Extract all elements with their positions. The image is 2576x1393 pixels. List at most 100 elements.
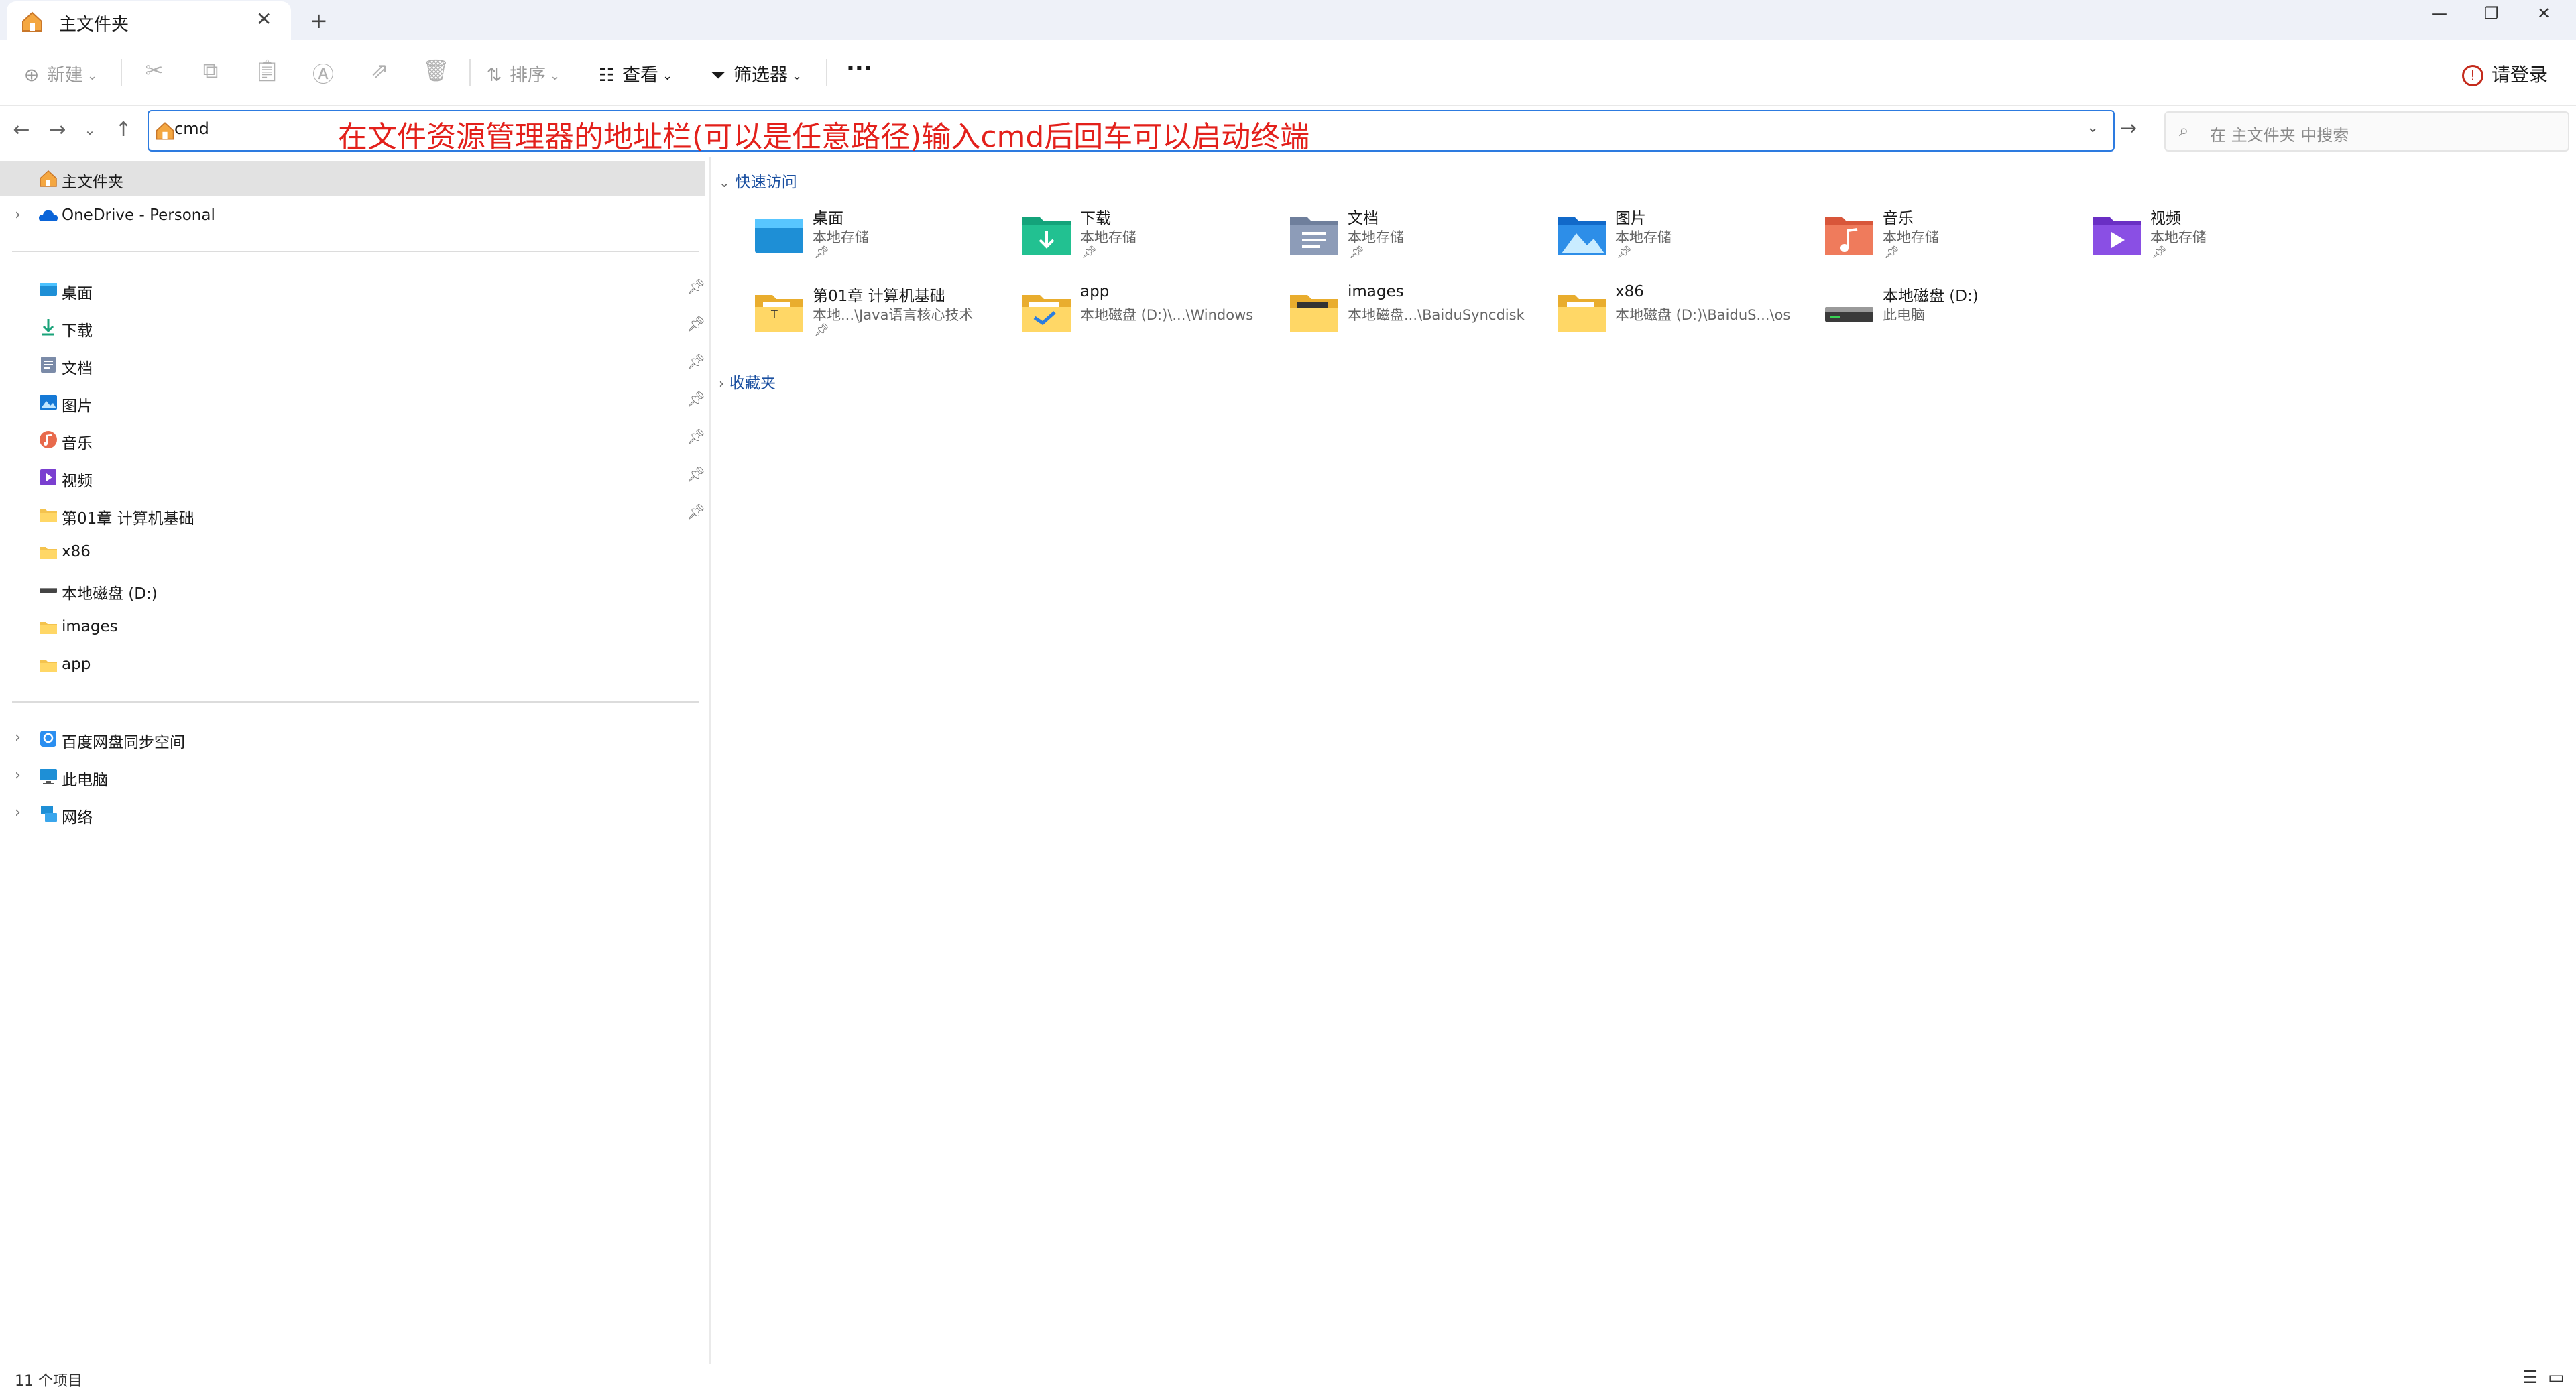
details-view-icon[interactable]: ☰ bbox=[2522, 1368, 2538, 1388]
minimize-button[interactable]: — bbox=[2419, 4, 2459, 23]
sidebar-item-documents[interactable]: 文档 📌︎ bbox=[0, 347, 705, 382]
sidebar-item-label: 本地磁盘 (D:) bbox=[62, 585, 158, 603]
sidebar-item-this-pc[interactable]: › 此电脑 bbox=[0, 759, 705, 794]
tiles-view-icon[interactable]: ▭ bbox=[2548, 1368, 2565, 1388]
pin-icon[interactable]: 📌︎ bbox=[687, 279, 705, 296]
tile-location: 本地磁盘 (D:)\...\Windows bbox=[1080, 307, 1254, 323]
tile-name: 本地磁盘 (D:) bbox=[1883, 288, 1979, 305]
search-box[interactable]: ⌕ 在 主文件夹 中搜索 bbox=[2164, 111, 2569, 152]
tab-close-button[interactable]: ✕ bbox=[256, 8, 272, 30]
sidebar-item-desktop[interactable]: 桌面 📌︎ bbox=[0, 272, 705, 307]
pin-icon: 📌︎ bbox=[2152, 245, 2167, 259]
address-input[interactable]: cmd bbox=[174, 119, 209, 138]
sidebar-item-downloads[interactable]: 下载 📌︎ bbox=[0, 310, 705, 345]
paste-icon[interactable]: 📋︎ bbox=[253, 58, 281, 83]
copy-icon[interactable]: ⧉ bbox=[197, 58, 224, 84]
sidebar-item-home[interactable]: 主文件夹 bbox=[0, 161, 705, 196]
quick-access-header[interactable]: ⌄ 快速访问 bbox=[719, 169, 797, 192]
recent-locations-chevron-icon[interactable]: ⌄ bbox=[76, 122, 103, 138]
pin-icon[interactable]: 📌︎ bbox=[687, 354, 705, 371]
folder-icon bbox=[1022, 295, 1071, 332]
new-tab-button[interactable]: + bbox=[310, 8, 328, 34]
more-options-button[interactable]: ··· bbox=[846, 55, 872, 82]
sidebar-item-label: 图片 bbox=[62, 398, 93, 415]
chevron-right-icon[interactable]: › bbox=[15, 767, 21, 784]
favorites-header[interactable]: › 收藏夹 bbox=[719, 370, 776, 393]
sidebar-item-network[interactable]: › 网络 bbox=[0, 796, 705, 831]
pin-icon[interactable]: 📌︎ bbox=[687, 429, 705, 446]
delete-icon[interactable]: 🗑︎ bbox=[422, 58, 450, 83]
sidebar-item-local-disk-d[interactable]: 本地磁盘 (D:) bbox=[0, 572, 705, 607]
folder-icon bbox=[1290, 295, 1338, 332]
home-icon bbox=[156, 122, 174, 140]
up-arrow-icon[interactable]: ↑ bbox=[110, 118, 137, 141]
tile-music[interactable]: 音乐 本地存储 📌︎ bbox=[1822, 204, 2077, 271]
sidebar-item-pictures[interactable]: 图片 📌︎ bbox=[0, 385, 705, 420]
tile-location: 本地...\Java语言核心技术 bbox=[813, 307, 974, 323]
tile-location: 本地存储 bbox=[1080, 229, 1136, 245]
sidebar-item-baidu-sync[interactable]: › 百度网盘同步空间 bbox=[0, 721, 705, 756]
restore-button[interactable]: ❐ bbox=[2471, 4, 2512, 23]
tile-app[interactable]: app 本地磁盘 (D:)\...\Windows bbox=[1020, 282, 1275, 349]
download-icon bbox=[42, 319, 54, 336]
tile-images[interactable]: images 本地磁盘...\BaiduSyncdisk bbox=[1287, 282, 1542, 349]
login-button[interactable]: ! 请登录 bbox=[2462, 60, 2548, 87]
go-arrow-icon[interactable]: → bbox=[2120, 117, 2137, 140]
forward-arrow-icon[interactable]: → bbox=[44, 118, 71, 141]
sidebar-item-videos[interactable]: 视频 📌︎ bbox=[0, 460, 705, 495]
chevron-right-icon[interactable]: › bbox=[15, 729, 21, 746]
new-button[interactable]: ⊕ 新建 ⌄ bbox=[20, 60, 97, 86]
pin-icon: 📌︎ bbox=[814, 245, 829, 259]
view-button[interactable]: ☷ 查看 ⌄ bbox=[595, 60, 672, 86]
tile-chapter01[interactable]: T 第01章 计算机基础 本地...\Java语言核心技术 📌︎ bbox=[752, 282, 1007, 349]
address-dropdown-chevron-icon[interactable]: ⌄ bbox=[2087, 119, 2099, 136]
folder-icon bbox=[40, 660, 57, 672]
sidebar-item-x86[interactable]: x86 bbox=[0, 535, 705, 570]
pin-icon[interactable]: 📌︎ bbox=[687, 316, 705, 333]
chevron-down-icon: ⌄ bbox=[662, 69, 673, 83]
sidebar-item-music[interactable]: 音乐 📌︎ bbox=[0, 422, 705, 457]
home-icon bbox=[40, 170, 57, 187]
sort-button[interactable]: ⇅ 排序 ⌄ bbox=[483, 60, 560, 86]
tile-downloads[interactable]: 下载 本地存储 📌︎ bbox=[1020, 204, 1275, 271]
sidebar-item-label: 主文件夹 bbox=[62, 174, 123, 191]
filter-button[interactable]: ⏷ 筛选器 ⌄ bbox=[707, 60, 802, 86]
rename-icon[interactable]: Ⓐ bbox=[310, 58, 337, 88]
sidebar-item-label: 百度网盘同步空间 bbox=[62, 734, 185, 751]
sidebar-item-label: 下载 bbox=[62, 322, 93, 340]
filter-icon: ⏷ bbox=[711, 65, 725, 86]
share-icon[interactable]: ⇗ bbox=[366, 58, 393, 83]
back-arrow-icon[interactable]: ← bbox=[8, 118, 35, 141]
cut-icon[interactable]: ✂ bbox=[141, 58, 168, 83]
pin-icon[interactable]: 📌︎ bbox=[687, 391, 705, 408]
pin-icon[interactable]: 📌︎ bbox=[687, 504, 705, 521]
tile-location: 此电脑 bbox=[1883, 307, 1925, 323]
tile-name: 文档 bbox=[1348, 210, 1379, 227]
tile-pictures[interactable]: 图片 本地存储 📌︎ bbox=[1555, 204, 1810, 271]
sidebar-item-app[interactable]: app bbox=[0, 648, 705, 682]
tile-x86[interactable]: x86 本地磁盘 (D:)\BaiduS...\os bbox=[1555, 282, 1810, 349]
command-bar: ⊕ 新建 ⌄ ✂ ⧉ 📋︎ Ⓐ ⇗ 🗑︎ ⇅ 排序 ⌄ ☷ 查看 ⌄ ⏷ 筛选器 ⌄ ··· !… bbox=[0, 40, 2576, 106]
pin-icon: 📌︎ bbox=[1081, 245, 1097, 259]
sidebar-item-chapter01[interactable]: 第01章 计算机基础 📌︎ bbox=[0, 497, 705, 532]
tile-name: app bbox=[1080, 283, 1110, 300]
home-icon bbox=[22, 11, 42, 32]
chevron-right-icon[interactable]: › bbox=[15, 804, 21, 821]
tile-documents[interactable]: 文档 本地存储 📌︎ bbox=[1287, 204, 1542, 271]
sidebar-item-images[interactable]: images bbox=[0, 610, 705, 645]
tab-home[interactable]: 主文件夹 ✕ bbox=[7, 1, 291, 40]
pin-icon[interactable]: 📌︎ bbox=[687, 467, 705, 483]
tile-name: 图片 bbox=[1615, 210, 1646, 227]
close-window-button[interactable]: ✕ bbox=[2524, 4, 2564, 23]
computer-icon bbox=[40, 769, 57, 784]
tile-location: 本地存储 bbox=[1615, 229, 1672, 245]
tile-desktop[interactable]: 桌面 本地存储 📌︎ bbox=[752, 204, 1007, 271]
tile-videos[interactable]: 视频 本地存储 📌︎ bbox=[2090, 204, 2345, 271]
sidebar-item-onedrive[interactable]: › OneDrive - Personal bbox=[0, 198, 705, 233]
sidebar-item-label: 第01章 计算机基础 bbox=[62, 510, 194, 528]
chevron-right-icon[interactable]: › bbox=[15, 206, 21, 223]
sidebar-item-label: 视频 bbox=[62, 473, 93, 490]
tile-local-disk-d[interactable]: 本地磁盘 (D:) 此电脑 bbox=[1822, 282, 2077, 349]
sort-label: 排序 bbox=[510, 65, 546, 86]
videos-folder-icon bbox=[2093, 217, 2141, 255]
